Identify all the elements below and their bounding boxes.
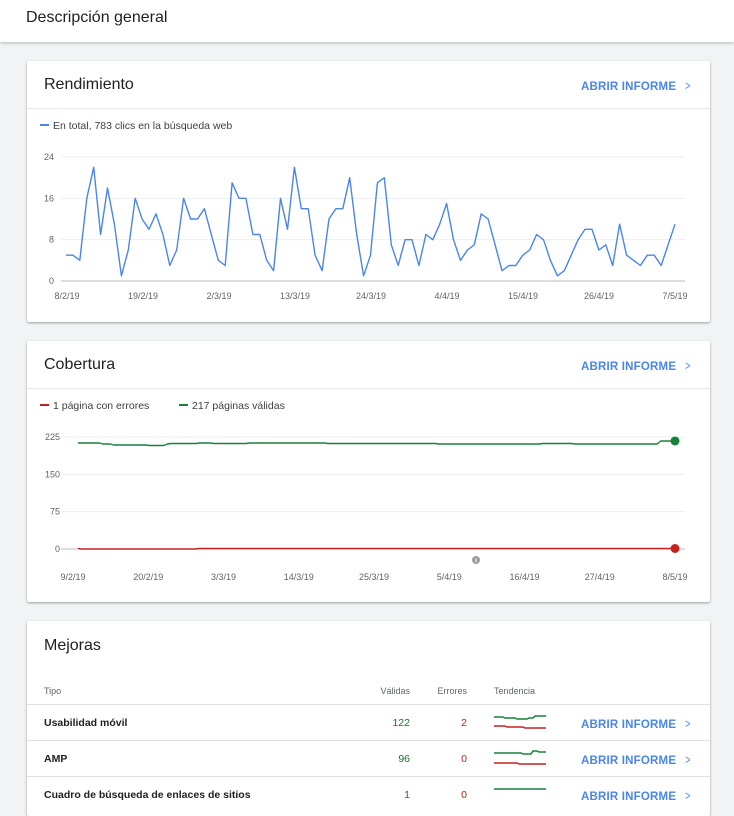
row-error-count: 2 — [461, 717, 467, 729]
x-tick-label: 26/4/19 — [584, 291, 614, 301]
column-header-tipo: Tipo — [44, 686, 62, 696]
row-name: AMP — [44, 753, 68, 765]
y-tick-label: 16 — [44, 193, 54, 203]
trend-sparkline — [494, 750, 546, 765]
x-tick-label: 25/3/19 — [359, 572, 389, 582]
performance-chart: 0 8 16 24 8/2/19 19/2/19 2/3/19 13/3/19 24/3/19 4… — [44, 152, 688, 301]
x-tick-label: 8/5/19 — [662, 572, 687, 582]
x-tick-label: 14/3/19 — [284, 572, 314, 582]
column-header-validas: Válidas — [380, 686, 410, 696]
x-tick-label: 9/2/19 — [60, 572, 85, 582]
table-row[interactable]: Cuadro de búsqueda de enlaces de sitios … — [27, 776, 710, 812]
enhancements-card: Mejoras Tipo Válidas Errores Tendencia U… — [27, 621, 710, 816]
chevron-right-icon: > — [685, 788, 691, 803]
series-end-point[interactable] — [670, 544, 680, 554]
series-line[interactable] — [78, 440, 675, 447]
row-valid-count: 96 — [398, 753, 410, 765]
y-tick-label: 0 — [55, 544, 60, 554]
open-report-label: ABRIR INFORME — [580, 755, 677, 767]
x-tick-label: 15/4/19 — [508, 291, 538, 301]
series-line[interactable] — [77, 547, 675, 550]
table-row[interactable]: AMP 96 0 ABRIR INFORME > — [27, 740, 710, 776]
x-tick-label: 20/2/19 — [133, 572, 163, 582]
y-tick-label: 24 — [44, 152, 54, 162]
x-tick-label: 2/3/19 — [206, 291, 231, 301]
y-tick-label: 8 — [49, 235, 54, 245]
x-tick-label: 16/4/19 — [509, 572, 539, 582]
column-header-errores: Errores — [437, 686, 467, 696]
x-tick-label: 3/3/19 — [211, 572, 236, 582]
open-report-link[interactable]: ABRIR INFORME > — [581, 752, 692, 767]
x-tick-label: 13/3/19 — [280, 291, 310, 301]
performance-card: Rendimiento ABRIR INFORME > En total, 783… — [27, 61, 710, 322]
series-line[interactable] — [66, 166, 676, 277]
y-tick-label: 225 — [45, 432, 60, 442]
row-name: Cuadro de búsqueda de enlaces de sitios — [44, 789, 251, 801]
row-error-count: 0 — [461, 753, 467, 765]
table-row[interactable]: Usabilidad móvil 122 2 ABRIR INFORME > — [27, 704, 710, 740]
trend-sparkline — [494, 715, 546, 729]
row-valid-count: 122 — [392, 717, 410, 729]
open-report-link[interactable]: ABRIR INFORME > — [581, 716, 692, 731]
trend-sparkline — [494, 788, 546, 790]
coverage-chart: 0 75 150 225 9/2/19 20/2/19 3/3/19 14/3/19 25/3/… — [45, 432, 688, 582]
x-tick-label: 4/4/19 — [434, 291, 459, 301]
open-report-link[interactable]: ABRIR INFORME > — [581, 788, 692, 803]
svg-text:i: i — [475, 558, 477, 565]
row-valid-count: 1 — [404, 789, 410, 801]
x-tick-label: 24/3/19 — [356, 291, 386, 301]
enhancements-table-header: Tipo Válidas Errores Tendencia — [27, 681, 710, 705]
top-bar: Descripción general — [0, 0, 734, 42]
x-tick-label: 5/4/19 — [437, 572, 462, 582]
open-report-label: ABRIR INFORME — [580, 719, 677, 731]
y-tick-label: 0 — [49, 276, 54, 286]
y-tick-label: 75 — [50, 507, 60, 517]
series-end-point[interactable] — [670, 436, 680, 446]
coverage-card: Cobertura ABRIR INFORME > 1 página con er… — [27, 341, 710, 602]
column-header-tendencia: Tendencia — [494, 686, 536, 696]
annotation-info-icon[interactable]: i — [472, 556, 480, 565]
row-error-count: 0 — [461, 789, 467, 801]
row-name: Usabilidad móvil — [44, 717, 128, 729]
x-tick-label: 8/2/19 — [54, 291, 79, 301]
page-title: Descripción general — [26, 9, 168, 26]
x-tick-label: 27/4/19 — [585, 572, 615, 582]
chevron-right-icon: > — [685, 752, 691, 767]
chevron-right-icon: > — [685, 716, 691, 731]
x-tick-label: 7/5/19 — [662, 291, 687, 301]
x-tick-label: 19/2/19 — [128, 291, 158, 301]
y-tick-label: 150 — [45, 469, 60, 479]
enhancements-title: Mejoras — [44, 637, 101, 654]
open-report-label: ABRIR INFORME — [580, 791, 677, 803]
